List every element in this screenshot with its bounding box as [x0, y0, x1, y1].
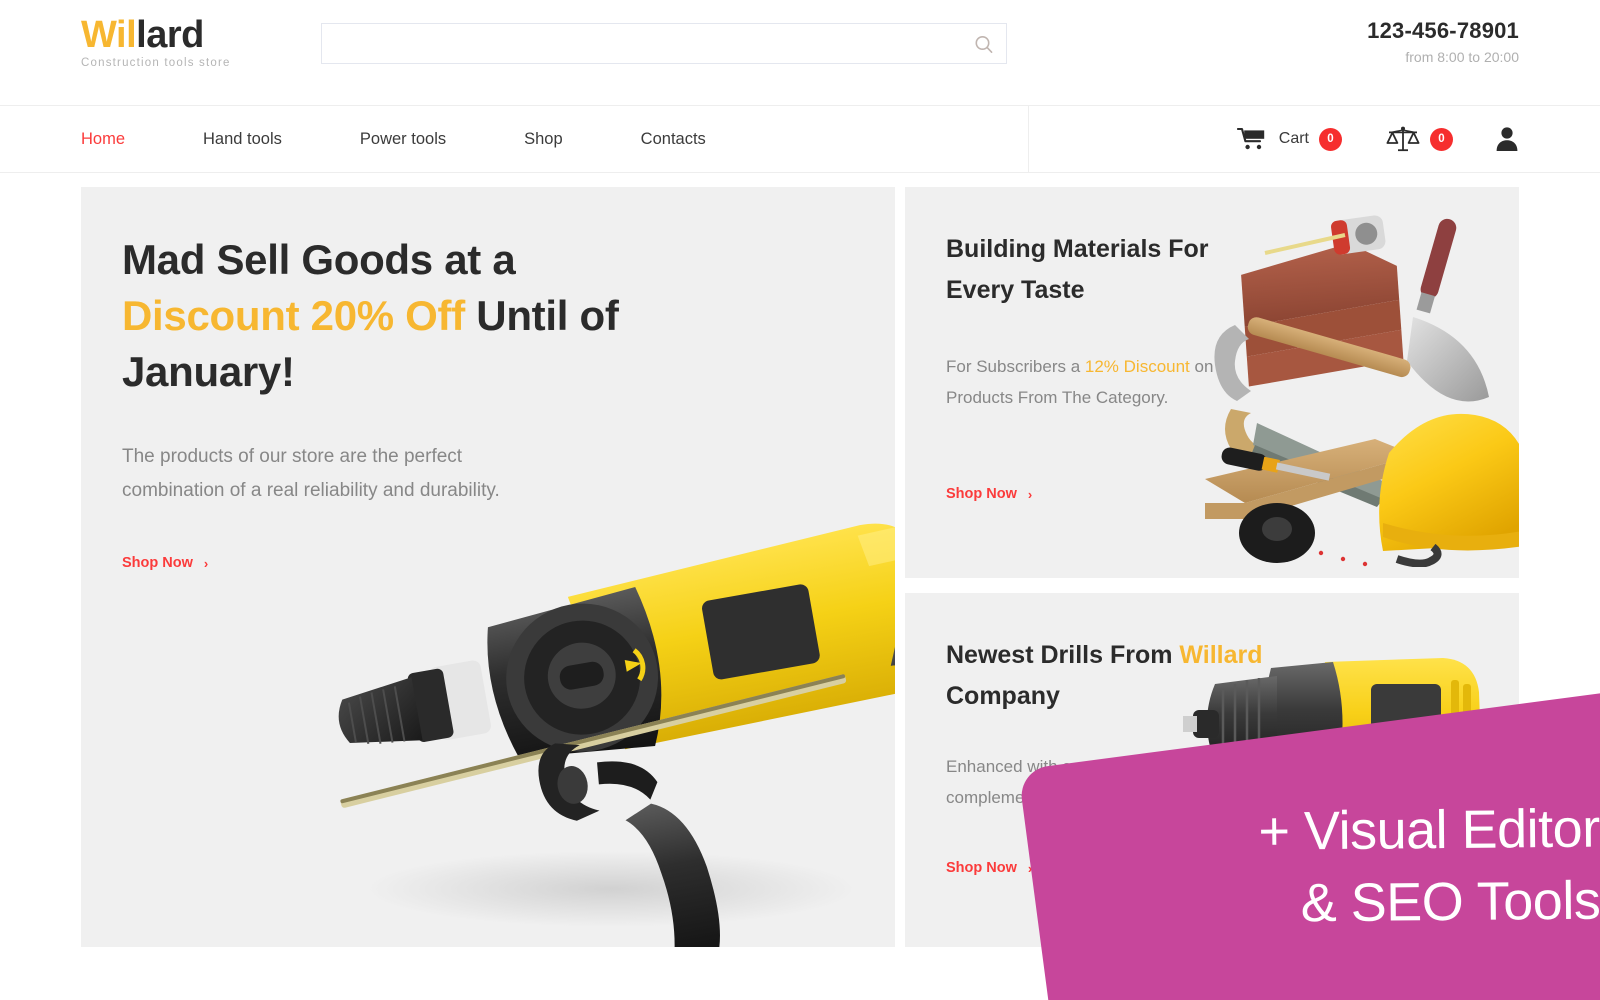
nav-item-shop[interactable]: Shop	[524, 130, 563, 149]
page-root: Willard Construction tools store 123-456…	[0, 0, 1600, 1000]
nav-item-hand-tools[interactable]: Hand tools	[203, 130, 282, 149]
hero-description: The products of our store are the perfec…	[122, 446, 500, 501]
search-button[interactable]	[972, 33, 996, 57]
promo-card-building-materials[interactable]: Building Materials For Every Taste For S…	[905, 187, 1519, 578]
search-input[interactable]	[322, 24, 1006, 63]
promo-banner-text: + Visual Editor & SEO Tools	[1258, 798, 1600, 934]
header-bar: Willard Construction tools store 123-456…	[0, 0, 1600, 105]
business-hours: from 8:00 to 20:00	[1405, 49, 1519, 65]
hero-shop-now-label: Shop Now	[122, 555, 193, 571]
nav-divider	[1028, 106, 1029, 172]
card-b-title-accent: Willard	[1179, 641, 1263, 669]
phone-number[interactable]: 123-456-78901	[1367, 18, 1519, 44]
contact-info: 123-456-78901 from 8:00 to 20:00	[1367, 18, 1519, 65]
user-icon	[1496, 127, 1518, 151]
hero-title: Mad Sell Goods at a Discount 20% Off Unt…	[122, 232, 682, 400]
nav-item-home[interactable]: Home	[81, 130, 125, 149]
scales-icon	[1386, 126, 1420, 152]
compare-count-badge: 0	[1430, 127, 1453, 151]
nav-utility-group: Cart 0 0	[1236, 106, 1519, 172]
card-a-shop-now-label: Shop Now	[946, 486, 1017, 502]
logo-wordmark: Willard	[81, 14, 233, 56]
card-a-title-line1: Building Materials For	[946, 235, 1209, 263]
nav-item-power-tools[interactable]: Power tools	[360, 130, 446, 149]
search-box[interactable]	[321, 23, 1007, 64]
card-a-desc-before: For Subscribers a	[946, 357, 1085, 376]
card-b-title: Newest Drills From Willard Company	[946, 635, 1276, 717]
nav-item-contacts[interactable]: Contacts	[641, 130, 706, 149]
account-button[interactable]	[1495, 126, 1519, 152]
hero-title-accent: Discount 20% Off	[122, 292, 465, 339]
chevron-right-icon: ›	[1027, 486, 1033, 502]
card-b-title-line1: Newest Drills From	[946, 641, 1173, 669]
card-a-title: Building Materials For Every Taste	[946, 229, 1276, 311]
card-a-shop-now-link[interactable]: Shop Now ›	[946, 486, 1032, 502]
card-a-desc-accent: 12% Discount	[1084, 357, 1190, 376]
hero-banner[interactable]: Mad Sell Goods at a Discount 20% Off Unt…	[81, 187, 895, 947]
card-b-shop-now-label: Shop Now	[946, 860, 1017, 876]
hero-shop-now-link[interactable]: Shop Now ›	[122, 555, 208, 571]
cart-button[interactable]: Cart 0	[1236, 127, 1342, 151]
logo-tagline: Construction tools store	[81, 57, 231, 69]
nav-links: Home Hand tools Power tools Shop Contact…	[81, 106, 784, 172]
card-b-shop-now-link[interactable]: Shop Now ›	[946, 860, 1032, 876]
card-a-description: For Subscribers a 12% Discount on Produc…	[946, 351, 1231, 413]
logo-dark-text: lard	[136, 14, 204, 56]
hero-title-line1: Mad Sell Goods at a	[122, 236, 516, 283]
cart-count-badge: 0	[1319, 127, 1342, 151]
rotary-hammer-drill-image	[338, 523, 895, 947]
card-a-title-line2: Every Taste	[946, 276, 1085, 304]
cart-icon	[1236, 127, 1264, 150]
hero-title-line2-rest: Until	[464, 292, 569, 339]
card-b-title-rest: Company	[946, 682, 1060, 710]
search-icon	[975, 36, 993, 54]
main-navigation: Home Hand tools Power tools Shop Contact…	[0, 105, 1600, 173]
logo-accent-text: Wil	[81, 14, 137, 56]
compare-button[interactable]: 0	[1386, 126, 1453, 152]
site-logo[interactable]: Willard Construction tools store	[81, 14, 233, 69]
cart-label: Cart	[1278, 130, 1309, 147]
chevron-right-icon: ›	[203, 555, 209, 571]
